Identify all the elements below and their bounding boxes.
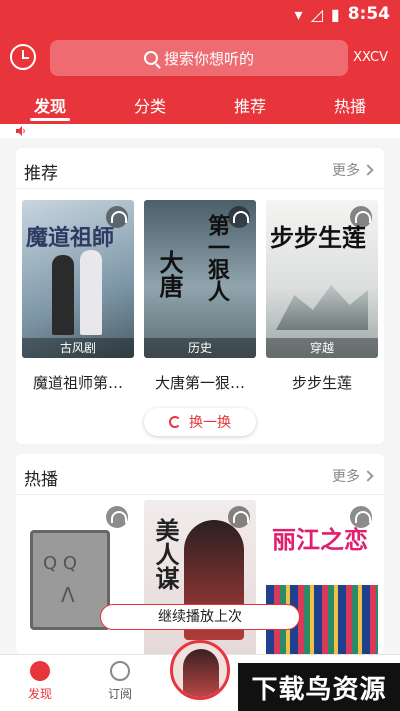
search-placeholder: 搜索你想听的	[163, 49, 254, 68]
book-card[interactable]: 魔道祖師 古风剧 魔道祖师第…	[22, 200, 134, 393]
tab-hot[interactable]: 热播	[315, 93, 385, 117]
swap-button[interactable]: 换一换	[144, 408, 256, 436]
figure-dark	[52, 255, 74, 335]
recommend-section: 推荐 更多 魔道祖師 古风剧 魔道祖师第… 第一狠人 大唐 历史 大唐第一狠… …	[16, 148, 384, 444]
cover-tag: 穿越	[266, 338, 378, 358]
figure-light	[80, 250, 102, 335]
status-bar: ▾ ◿ ▮ 8:54	[0, 0, 400, 28]
more-button[interactable]: 更多	[332, 160, 374, 180]
more-label: 更多	[332, 469, 360, 485]
refresh-icon	[169, 416, 181, 428]
book-cover: 美人谋	[144, 500, 256, 654]
book-card[interactable]: 步步生莲 穿越 步步生莲	[266, 200, 378, 393]
placeholder-book-icon: Q Q Λ	[30, 530, 110, 630]
recommend-header: 推荐 更多	[24, 156, 376, 188]
more-label: 更多	[332, 163, 360, 179]
cover-tag: 古风剧	[22, 338, 134, 358]
now-playing-cover[interactable]	[170, 640, 230, 700]
speaker-icon	[16, 126, 25, 136]
headphone-icon	[106, 506, 128, 528]
tab-recommend[interactable]: 推荐	[215, 93, 285, 117]
headphone-icon	[228, 206, 250, 228]
wifi-icon: ▾	[294, 4, 303, 24]
now-playing-figure	[183, 649, 219, 697]
volume-strip	[0, 124, 400, 138]
section-title: 推荐	[24, 164, 58, 184]
rss-icon	[110, 661, 130, 681]
hot-header: 热播 更多	[24, 462, 376, 494]
search-input[interactable]: 搜索你想听的	[50, 40, 348, 76]
chevron-right-icon	[362, 470, 374, 482]
cover-title: 魔道祖師	[26, 225, 115, 251]
signal-icon: ◿	[310, 4, 323, 24]
placeholder-mouth: Λ	[61, 583, 75, 607]
headphone-icon	[350, 506, 372, 528]
mountains	[276, 285, 368, 330]
compass-icon	[30, 661, 50, 681]
book-title: 步步生莲	[291, 374, 352, 392]
battery-icon: ▮	[330, 4, 340, 24]
book-cover: 魔道祖師 古风剧	[22, 200, 134, 358]
tab-category[interactable]: 分类	[115, 93, 185, 117]
book-cover: 第一狠人 大唐 历史	[144, 200, 256, 358]
status-time: 8:54	[347, 4, 390, 24]
nav-label: 订阅	[107, 687, 132, 701]
tab-discover[interactable]: 发现	[15, 93, 85, 117]
cover-subtitle: 大唐	[155, 250, 184, 298]
book-card[interactable]: 美人谋	[144, 500, 256, 654]
book-card[interactable]: 丽江之恋	[266, 500, 378, 654]
history-icon[interactable]	[10, 44, 36, 70]
status-icons: ▾ ◿ ▮ 8:54	[295, 4, 390, 24]
nav-discover[interactable]: 发现	[10, 661, 70, 702]
section-title: 热播	[24, 470, 58, 490]
resume-playback-button[interactable]: 继续播放上次	[100, 604, 300, 630]
nav-label: 发现	[27, 687, 52, 701]
book-cover: Q Q Λ	[22, 500, 134, 654]
book-cover: 步步生莲 穿越	[266, 200, 378, 358]
book-cover: 丽江之恋	[266, 500, 378, 654]
search-icon	[143, 51, 158, 65]
book-title: 大唐第一狠…	[154, 374, 245, 392]
book-card[interactable]: Q Q Λ	[22, 500, 134, 654]
search-row: 搜索你想听的 XXCV	[0, 38, 400, 78]
book-title: 魔道祖师第…	[32, 374, 123, 392]
cover-title: 美人谋	[151, 518, 180, 590]
headphone-icon	[106, 206, 128, 228]
app-header: ▾ ◿ ▮ 8:54 搜索你想听的 XXCV 发现 分类 推荐 热播	[0, 0, 400, 124]
divider	[16, 188, 384, 189]
more-button[interactable]: 更多	[332, 466, 374, 486]
tab-indicator	[30, 118, 70, 121]
cover-title: 第一狠人	[204, 214, 230, 302]
swap-label: 换一换	[189, 415, 231, 431]
user-label[interactable]: XXCV	[353, 50, 388, 65]
book-card[interactable]: 第一狠人 大唐 历史 大唐第一狠…	[144, 200, 256, 393]
chevron-right-icon	[362, 164, 374, 176]
nav-subscribe[interactable]: 订阅	[90, 661, 150, 702]
watermark-logo: 下载鸟资源	[238, 663, 400, 711]
cover-tag: 历史	[144, 338, 256, 358]
placeholder-face: Q Q	[43, 553, 78, 574]
divider	[16, 494, 384, 495]
headphone-icon	[350, 206, 372, 228]
top-tabs: 发现 分类 推荐 热播	[0, 88, 400, 124]
headphone-icon	[228, 506, 250, 528]
